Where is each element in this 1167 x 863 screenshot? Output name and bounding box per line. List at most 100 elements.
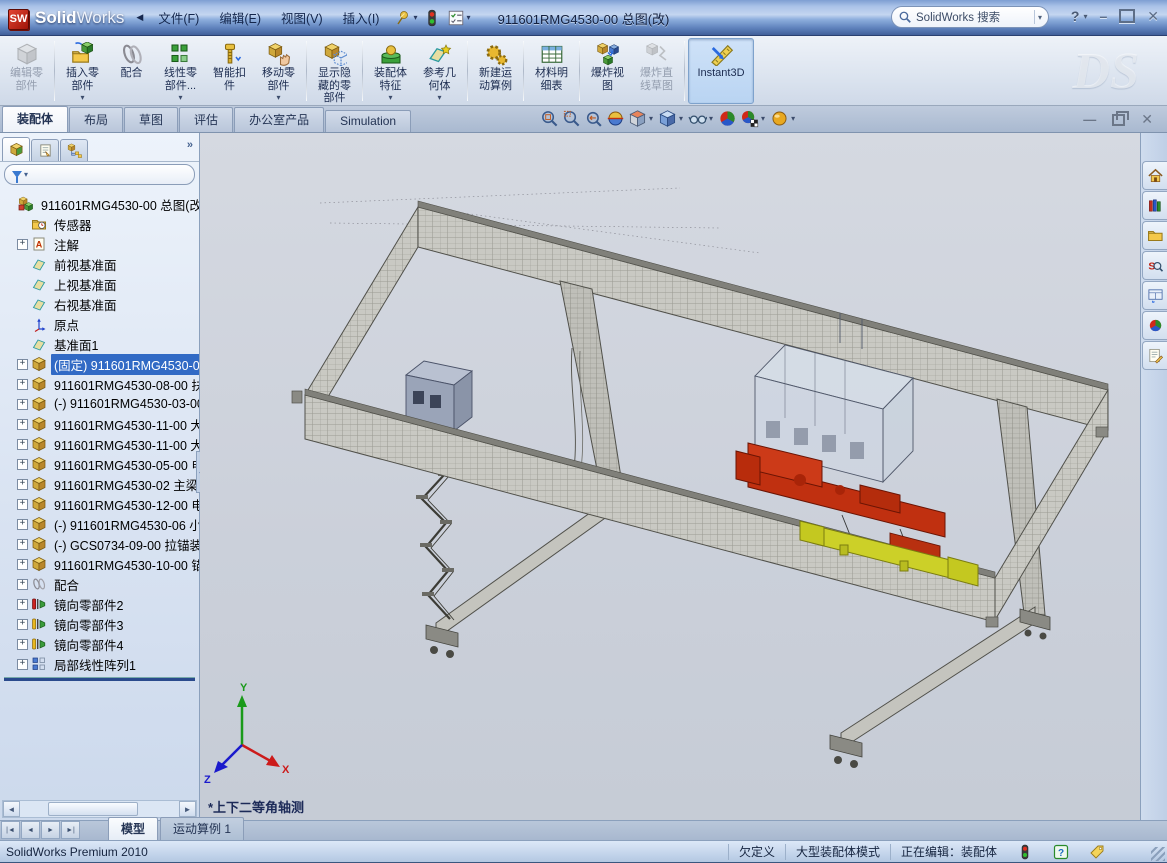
tree-item-5[interactable]: 右视基准面 <box>2 294 199 314</box>
expand-icon[interactable]: + <box>17 239 28 250</box>
command-tab-4[interactable]: 办公室产品 <box>234 107 324 132</box>
document-minimize-button[interactable]: — <box>1083 114 1096 126</box>
ribbon-mate-button[interactable]: 配合 <box>107 38 156 104</box>
expand-icon[interactable]: + <box>17 659 28 670</box>
tab-propertymanager[interactable] <box>31 139 59 161</box>
command-tab-0[interactable]: 装配体 <box>2 106 68 132</box>
dropdown-caret-icon[interactable]: ▾ <box>276 93 280 102</box>
ribbon-show-hidden-components-button[interactable]: 显示隐藏的零部件 <box>310 38 359 104</box>
taskpane-sphere-button[interactable] <box>1142 311 1167 340</box>
document-restore-button[interactable] <box>1112 114 1125 126</box>
view-orientation-icon[interactable] <box>628 109 647 128</box>
ribbon-move-component-button[interactable]: 移动零部件▾ <box>254 38 303 104</box>
tree-item-11[interactable]: +911601RMG4530-11-00 大 <box>2 414 199 434</box>
edit-appearance-icon[interactable] <box>718 109 737 128</box>
tree-item-10[interactable]: +(-) 911601RMG4530-03-00 <box>2 394 199 414</box>
taskpane-folder2-button[interactable] <box>1142 221 1167 250</box>
crane-3d-model[interactable]: Y X Z <box>200 133 1140 820</box>
tree-item-13[interactable]: +911601RMG4530-05-00 电 <box>2 454 199 474</box>
previous-view-icon[interactable] <box>584 109 603 128</box>
ribbon-instant3d-button[interactable]: Instant3D <box>688 38 754 104</box>
menu-item-1[interactable]: 编辑(E) <box>210 5 270 30</box>
checklist-caret-icon[interactable]: ▾ <box>466 13 470 22</box>
taskpane-library-button[interactable] <box>1142 191 1167 220</box>
display-style-caret-icon[interactable]: ▾ <box>679 114 683 123</box>
expand-icon[interactable]: + <box>17 559 28 570</box>
tree-item-22[interactable]: +镜向零部件4 <box>2 634 199 654</box>
tree-item-3[interactable]: 前视基准面 <box>2 254 199 274</box>
tree-item-0[interactable]: 911601RMG4530-00 总图(改 <box>2 194 199 214</box>
ribbon-smart-fasteners-button[interactable]: 智能扣件 <box>205 38 254 104</box>
zoom-to-fit-icon[interactable] <box>540 109 559 128</box>
ribbon-exploded-view-button[interactable]: 爆炸视图 <box>583 38 632 104</box>
tab-nav-prev-icon[interactable]: ◄ <box>21 821 40 839</box>
maximize-button[interactable] <box>1119 9 1135 23</box>
expand-icon[interactable]: + <box>17 359 28 370</box>
panel-overflow-chevron-icon[interactable]: » <box>187 139 193 151</box>
apply-scene-icon[interactable] <box>740 109 759 128</box>
help-caret-icon[interactable]: ▾ <box>1083 12 1087 21</box>
hide-show-items-icon[interactable] <box>688 109 707 128</box>
tree-item-14[interactable]: +911601RMG4530-02 主梁 <box>2 474 199 494</box>
expand-icon[interactable]: + <box>17 439 28 450</box>
expand-icon[interactable]: + <box>17 639 28 650</box>
zoom-to-area-icon[interactable] <box>562 109 581 128</box>
view-settings-caret-icon[interactable]: ▾ <box>791 114 795 123</box>
search-caret-icon[interactable]: ▾ <box>1038 13 1042 22</box>
close-button[interactable]: ✕ <box>1147 9 1159 23</box>
dropdown-caret-icon[interactable]: ▾ <box>388 93 392 102</box>
panel-horizontal-scrollbar[interactable]: ◄ ► <box>2 800 197 818</box>
taskpane-home-button[interactable] <box>1142 161 1167 190</box>
apply-scene-caret-icon[interactable]: ▾ <box>761 114 765 123</box>
expand-icon[interactable]: + <box>17 539 28 550</box>
command-tab-2[interactable]: 草图 <box>124 107 178 132</box>
bottom-tab-0[interactable]: 模型 <box>108 817 158 840</box>
menu-collapse-icon[interactable]: ◀ <box>136 12 143 23</box>
command-tab-5[interactable]: Simulation <box>325 110 411 132</box>
dropdown-caret-icon[interactable]: ▾ <box>178 93 182 102</box>
pin-icon[interactable] <box>394 9 412 27</box>
tree-item-2[interactable]: +A注解 <box>2 234 199 254</box>
tree-item-9[interactable]: +911601RMG4530-08-00 扶 <box>2 374 199 394</box>
scroll-thumb[interactable] <box>48 802 138 816</box>
expand-icon[interactable]: + <box>17 499 28 510</box>
minimize-button[interactable]: – <box>1099 9 1107 23</box>
ribbon-assembly-features-button[interactable]: 装配体特征▾ <box>366 38 415 104</box>
command-tab-1[interactable]: 布局 <box>69 107 123 132</box>
expand-icon[interactable]: + <box>17 599 28 610</box>
tree-item-16[interactable]: +(-) 911601RMG4530-06 小 <box>2 514 199 534</box>
filter-caret-icon[interactable]: ▾ <box>24 170 28 179</box>
tree-item-4[interactable]: 上视基准面 <box>2 274 199 294</box>
expand-icon[interactable]: + <box>17 619 28 630</box>
search-input[interactable]: SolidWorks 搜索 ▾ <box>891 6 1049 28</box>
tree-item-8[interactable]: +(固定) 911601RMG4530-01 <box>2 354 199 374</box>
dropdown-caret-icon[interactable]: ▾ <box>437 93 441 102</box>
status-help-icon[interactable]: ? <box>1053 844 1069 860</box>
tree-filter-input[interactable]: ▾ <box>4 164 195 185</box>
expand-icon[interactable]: + <box>17 379 28 390</box>
hide-show-items-caret-icon[interactable]: ▾ <box>709 114 713 123</box>
menu-item-0[interactable]: 文件(F) <box>149 5 208 30</box>
tab-configurationmanager[interactable] <box>60 139 88 161</box>
tree-item-23[interactable]: +局部线性阵列1 <box>2 654 199 674</box>
expand-icon[interactable]: + <box>17 579 28 590</box>
ribbon-reference-geometry-button[interactable]: 参考几何体▾ <box>415 38 464 104</box>
tree-item-21[interactable]: +镜向零部件3 <box>2 614 199 634</box>
scroll-left-icon[interactable]: ◄ <box>3 801 20 817</box>
tree-item-18[interactable]: +911601RMG4530-10-00 锚 <box>2 554 199 574</box>
tab-nav-next-icon[interactable]: ► <box>41 821 60 839</box>
tree-item-17[interactable]: +(-) GCS0734-09-00 拉锚装 <box>2 534 199 554</box>
pin-caret-icon[interactable]: ▾ <box>413 13 417 22</box>
ribbon-bill-of-materials-button[interactable]: 材料明细表 <box>527 38 576 104</box>
rollback-bar[interactable] <box>4 677 195 681</box>
tab-featuremanager-tree[interactable] <box>2 137 30 161</box>
status-tag-icon[interactable] <box>1089 844 1105 860</box>
ribbon-linear-component-pattern-button[interactable]: 线性零部件...▾ <box>156 38 205 104</box>
bottom-tab-1[interactable]: 运动算例 1 <box>160 817 244 840</box>
resize-grip[interactable] <box>1151 847 1165 861</box>
expand-icon[interactable]: + <box>17 399 28 410</box>
tree-item-6[interactable]: 原点 <box>2 314 199 334</box>
tab-nav-first-icon[interactable]: |◄ <box>1 821 20 839</box>
ribbon-insert-components-button[interactable]: 插入零部件▾ <box>58 38 107 104</box>
tree-item-7[interactable]: 基准面1 <box>2 334 199 354</box>
